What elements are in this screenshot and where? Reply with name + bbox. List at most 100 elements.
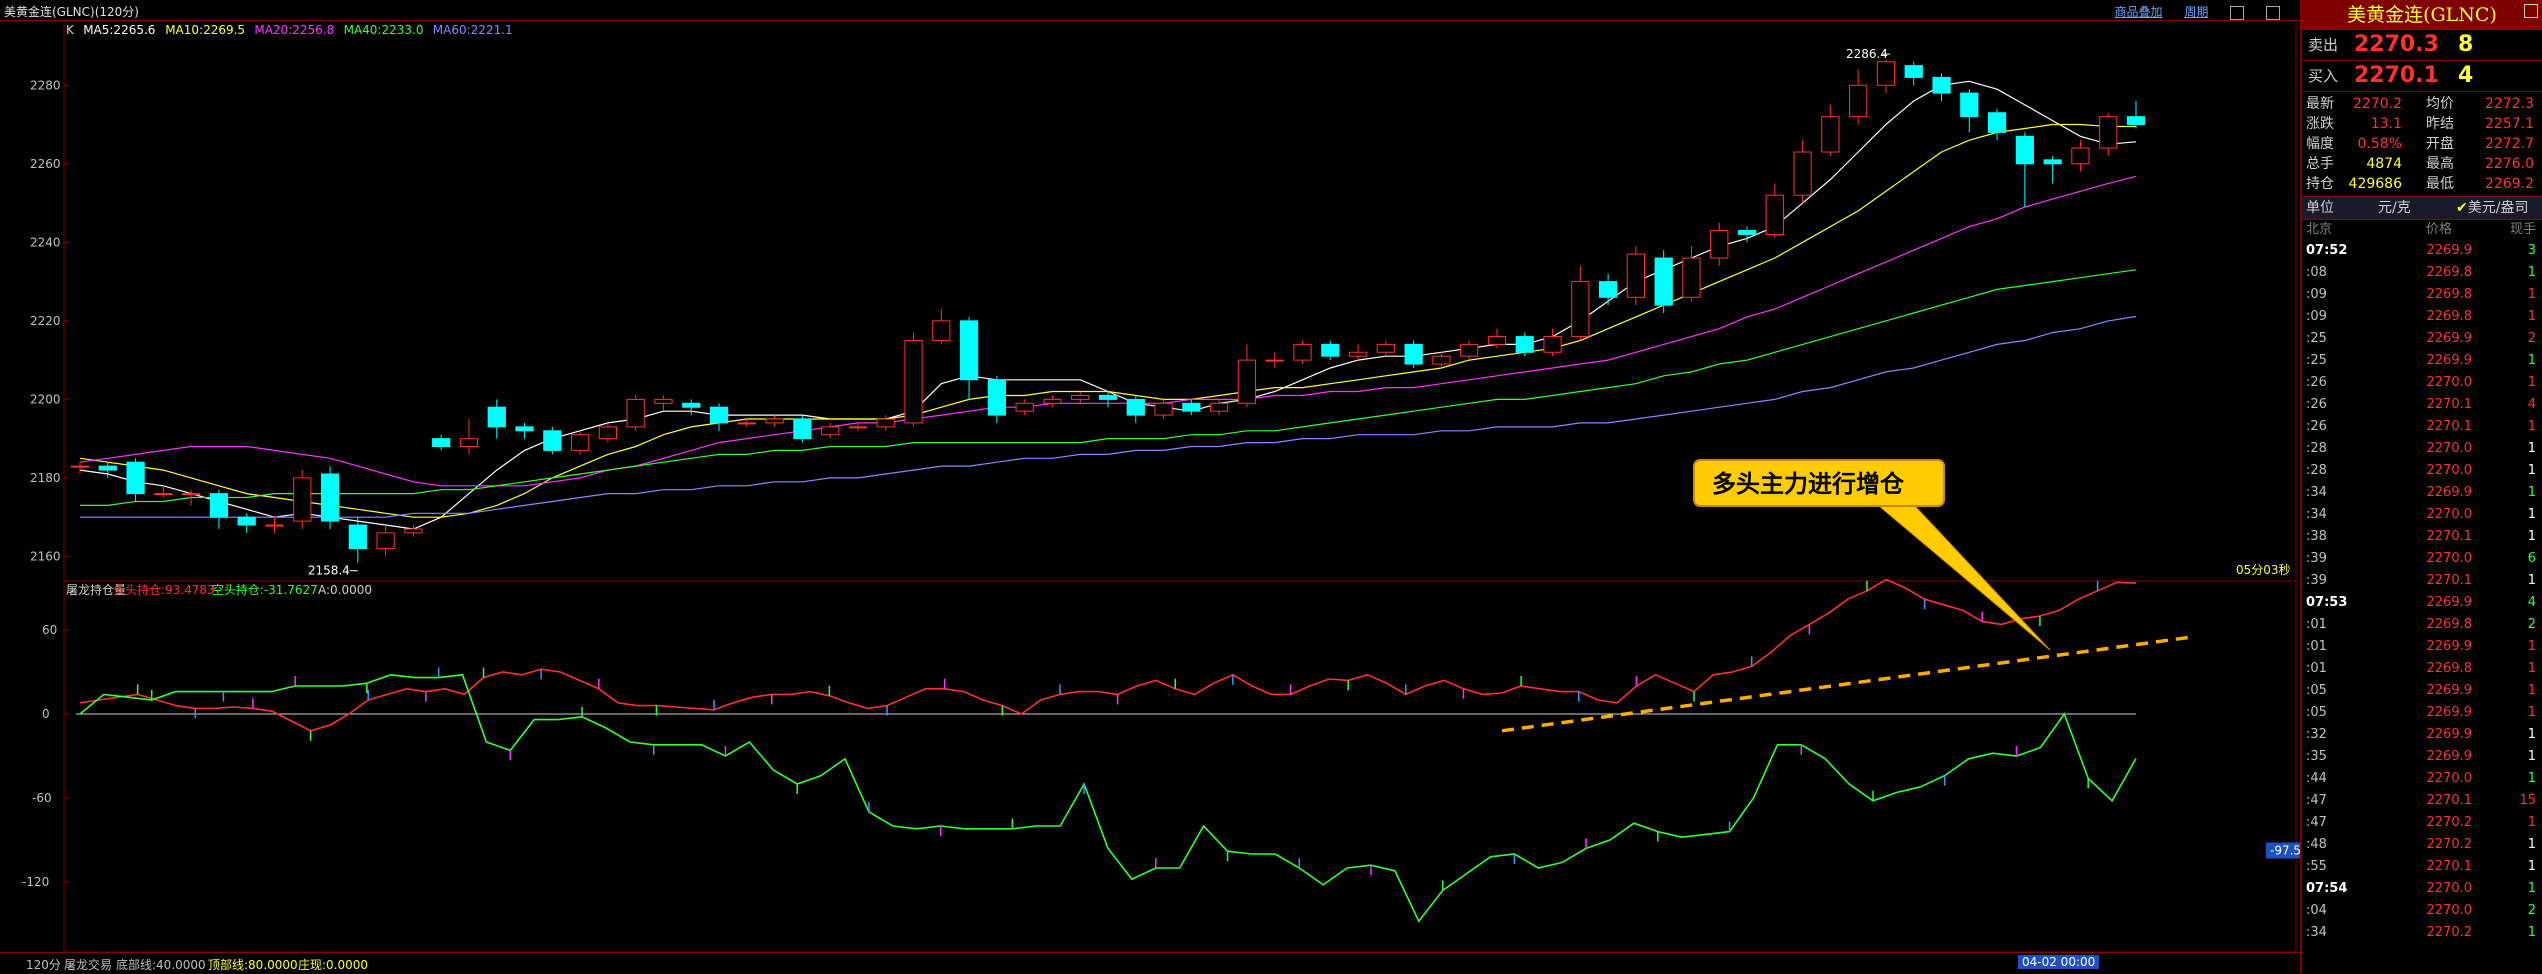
stat-label: 昨结 (2426, 116, 2454, 132)
tick-time: :38 (2306, 529, 2327, 544)
sub-y-tick-label: 60 (42, 623, 57, 637)
candle-body (1626, 253, 1646, 298)
candle-body (765, 418, 784, 424)
period-label[interactable]: 120分 (26, 956, 61, 973)
candle-down (432, 434, 451, 451)
sell-volume: 8 (2458, 32, 2474, 57)
tick-list[interactable]: 07:52 2269.9 3:08 2269.8 1:09 2269.8 1:09 2269.… (2302, 240, 2542, 944)
candle-up (1043, 395, 1062, 408)
candle-up (1432, 352, 1451, 368)
candle-up (70, 462, 90, 474)
candle-body (376, 532, 395, 550)
candle-down (1932, 73, 1951, 101)
tick-time: :44 (2306, 771, 2327, 786)
tick-row: 07:52 2269.9 3 (2302, 240, 2542, 262)
candle-body (1682, 257, 1701, 298)
candle-down (209, 489, 229, 529)
tick-row: :47 2270.2 1 (2302, 812, 2542, 834)
buy-price: 2270.1 (2354, 63, 2439, 88)
candle-body (1210, 402, 1229, 412)
candle-up (1348, 344, 1368, 361)
sub-legend-item: 空头持仓:-31.7627 (212, 582, 318, 597)
candle-up (1237, 344, 1257, 408)
candle-body (570, 434, 590, 451)
tick-price: 2270.0 (2426, 507, 2473, 522)
maximize-icon[interactable] (2266, 5, 2280, 20)
candle-body (709, 406, 729, 424)
candle-up (932, 309, 951, 345)
tick-row: :01 2269.8 2 (2302, 614, 2542, 636)
candle-up (293, 470, 312, 529)
tick-volume: 4 (2527, 595, 2536, 610)
stat-value: 2272.7 (2485, 136, 2534, 152)
tick-row: :55 2270.1 1 (2302, 856, 2542, 878)
tick-row: :04 2270.0 2 (2302, 900, 2542, 922)
candle-body (126, 461, 145, 495)
tick-price: 2269.8 (2426, 265, 2473, 280)
tick-row: :01 2269.9 1 (2302, 636, 2542, 658)
candle-up (598, 422, 618, 443)
tick-row: :28 2270.0 1 (2302, 460, 2542, 482)
candle-down (987, 375, 1006, 423)
restore-icon[interactable] (2230, 5, 2245, 20)
tick-price: 2269.9 (2426, 243, 2473, 258)
candle-body (348, 524, 367, 550)
tick-price: 2269.9 (2426, 727, 2473, 742)
chart-area[interactable]: 2280 2260 2240 2220 2200 2180 2160 K MA5:2265.6… (0, 19, 2301, 973)
trend-line (1501, 635, 2193, 733)
candle-down (1960, 89, 1979, 133)
quote-stats: 最新 2270.2 均价 2272.3 涨跌 13.1 昨结 2257.1 幅度 0.58% 开盘 2… (2302, 91, 2542, 196)
candle-down (487, 399, 506, 439)
tick-time: :04 (2306, 903, 2327, 918)
tick-price: 2269.9 (2426, 595, 2473, 610)
tick-volume: 1 (2527, 463, 2536, 478)
indicator-bar: 120分 屠龙交易 底部线:40.0000 顶部线:80.0000 庄现:0.0… (0, 952, 2300, 974)
candle-up (1460, 340, 1479, 361)
candle-up (1682, 246, 1701, 302)
tick-volume: 2 (2527, 331, 2536, 346)
candle-body (682, 402, 701, 408)
candle-body (1793, 151, 1812, 196)
candle-body (654, 398, 673, 404)
candle-body (1987, 112, 2007, 133)
y-tick-label: 2220 (30, 314, 61, 328)
unit-alt-toggle[interactable]: ✔美元/盎司 (2456, 197, 2528, 219)
stat-value: 2270.2 (2353, 96, 2402, 112)
unit-label: 单位 (2306, 200, 2334, 216)
legend-item: MA60:2221.1 (433, 23, 513, 37)
tick-time: :01 (2306, 661, 2327, 676)
sub-legend-item: 多头持仓:93.4783 (113, 582, 215, 597)
candle-body (1765, 194, 1784, 235)
indicator-name[interactable]: 屠龙交易 (64, 956, 112, 973)
tick-price: 2269.9 (2426, 705, 2473, 720)
tick-volume: 1 (2527, 881, 2536, 896)
overlay-commodity-link[interactable]: 商品叠加 (2114, 5, 2162, 19)
quote-panel: 美黄金连(GLNC) 卖出 2270.3 8 买入 2270.1 4 最新 227… (2300, 0, 2542, 973)
price-chart[interactable]: 2280 2260 2240 2220 2200 2180 2160 K MA5:2265.6… (0, 19, 2301, 953)
tick-volume: 1 (2527, 859, 2536, 874)
sub-legend: 屠龙持仓量多头持仓:93.4783空头持仓:-31.7627 A:0.0000-9… (66, 582, 2301, 859)
candle-up (1876, 60, 1896, 94)
candle-body (1432, 355, 1451, 365)
stat-row: 最新 2270.2 均价 2272.3 (2302, 94, 2542, 114)
candle-body (2015, 135, 2034, 165)
candle-down (2043, 155, 2062, 184)
period-link[interactable]: 周期 (2184, 5, 2208, 19)
candle-up (654, 395, 673, 412)
stat-label: 持仓 (2306, 176, 2334, 192)
unit-value: 元/克 (2378, 200, 2411, 216)
stat-label: 最新 (2306, 96, 2334, 112)
ma-line-ma10 (79, 123, 2136, 518)
sub-y-tick-label: 0 (42, 707, 50, 721)
candle-up (265, 517, 284, 533)
candle-body (1182, 402, 1201, 412)
ma-line-ma20 (79, 175, 2137, 487)
position-lines (79, 578, 2137, 923)
legend-item: MA5:2265.6 (83, 23, 155, 37)
candle-body (876, 418, 895, 428)
panel-menu-icon[interactable] (2524, 4, 2538, 18)
tick-time: :34 (2306, 507, 2327, 522)
stat-label: 总手 (2306, 156, 2334, 172)
candle-down (126, 458, 145, 502)
unit-row: 单位 元/克 ✔美元/盎司 (2302, 196, 2542, 220)
